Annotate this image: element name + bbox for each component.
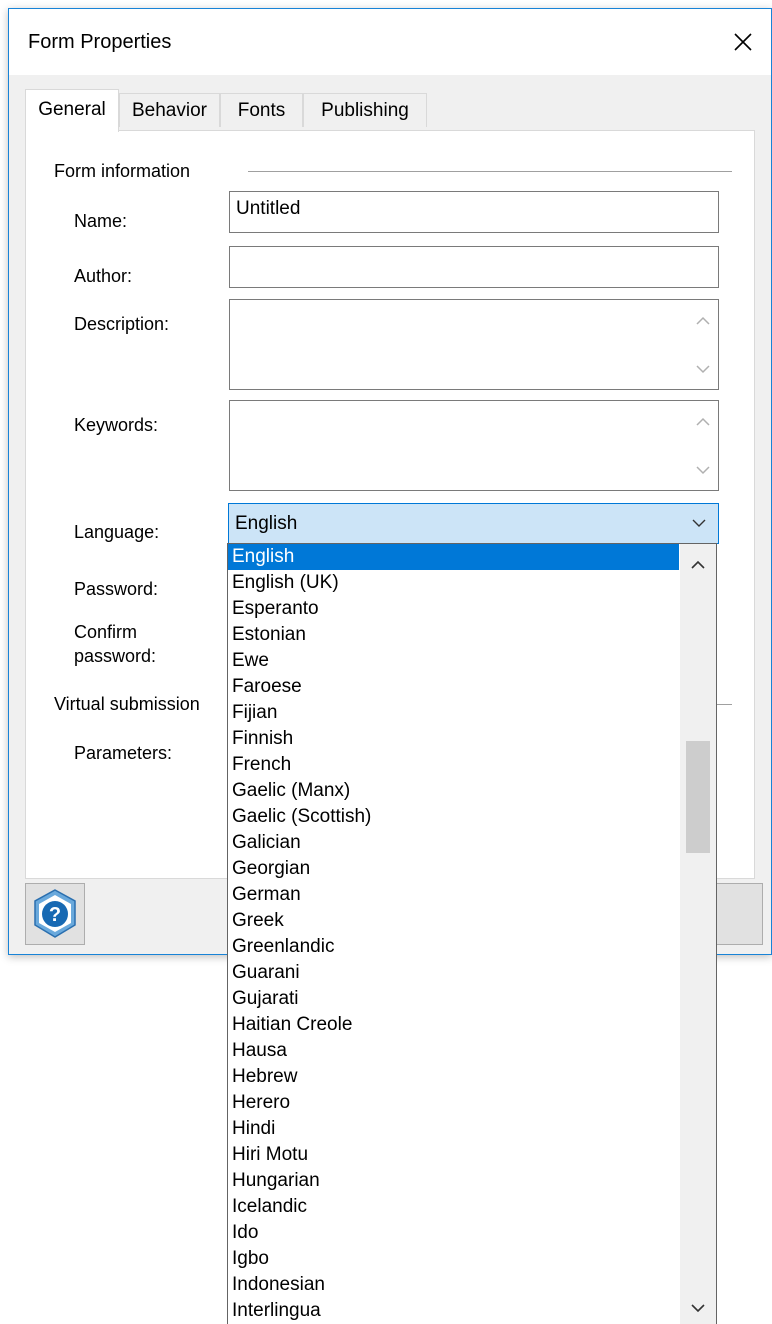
language-option[interactable]: German	[228, 882, 679, 908]
language-option[interactable]: Esperanto	[228, 596, 679, 622]
description-label: Description:	[74, 314, 170, 334]
language-option[interactable]: English	[228, 544, 679, 570]
scroll-up-icon[interactable]	[691, 560, 705, 570]
language-option[interactable]: Hebrew	[228, 1064, 679, 1090]
confirm-password-label-line1: Confirm	[74, 622, 138, 642]
author-input[interactable]	[229, 246, 719, 288]
language-option[interactable]: Haitian Creole	[228, 1012, 679, 1038]
author-label: Author:	[74, 266, 133, 286]
language-option[interactable]: English (UK)	[228, 570, 679, 596]
help-button[interactable]: ?	[25, 883, 85, 945]
keywords-label: Keywords:	[74, 415, 159, 435]
virtual-submission-group-label: Virtual submission	[54, 694, 200, 714]
language-option[interactable]: Gaelic (Scottish)	[228, 804, 679, 830]
language-option[interactable]: French	[228, 752, 679, 778]
svg-text:?: ?	[49, 904, 61, 926]
language-label: Language:	[74, 522, 160, 542]
language-option[interactable]: Galician	[228, 830, 679, 856]
name-input[interactable]: Untitled	[229, 191, 719, 233]
language-option[interactable]: Faroese	[228, 674, 679, 700]
language-option[interactable]: Ewe	[228, 648, 679, 674]
group-divider	[248, 171, 732, 172]
language-dropdown-list[interactable]: English English (UK) Esperanto Estonian Ewe F…	[227, 543, 717, 1324]
language-option[interactable]: Estonian	[228, 622, 679, 648]
language-option[interactable]: Greenlandic	[228, 934, 679, 960]
scroll-down-icon[interactable]	[691, 1303, 705, 1313]
close-button[interactable]	[715, 9, 771, 75]
confirm-password-label-line2: password:	[74, 646, 157, 666]
title-bar: Form Properties	[9, 9, 771, 75]
keywords-textarea[interactable]	[229, 400, 719, 491]
tab-fonts[interactable]: Fonts	[220, 93, 303, 127]
language-option[interactable]: Hindi	[228, 1116, 679, 1142]
language-selected-value: English	[235, 513, 298, 534]
scroll-up-icon[interactable]	[696, 316, 710, 326]
language-option[interactable]: Finnish	[228, 726, 679, 752]
tab-behavior[interactable]: Behavior	[119, 93, 220, 127]
language-option[interactable]: Hausa	[228, 1038, 679, 1064]
language-option[interactable]: Hungarian	[228, 1168, 679, 1194]
chevron-down-icon	[692, 519, 706, 527]
tab-general[interactable]: General	[25, 89, 119, 132]
window-title: Form Properties	[28, 31, 172, 53]
scroll-up-icon[interactable]	[696, 417, 710, 427]
language-select[interactable]: English	[228, 503, 719, 544]
scrollbar-thumb[interactable]	[686, 741, 710, 853]
language-option[interactable]: Hiri Motu	[228, 1142, 679, 1168]
keywords-scrollbar[interactable]	[688, 401, 718, 490]
language-options: English English (UK) Esperanto Estonian Ewe F…	[228, 544, 679, 1324]
form-information-group-label: Form information	[54, 161, 191, 181]
name-label: Name:	[74, 211, 128, 231]
language-option[interactable]: Gujarati	[228, 986, 679, 1012]
language-option[interactable]: Georgian	[228, 856, 679, 882]
help-icon: ?	[34, 889, 76, 938]
scroll-down-icon[interactable]	[696, 364, 710, 374]
language-option[interactable]: Igbo	[228, 1246, 679, 1272]
parameters-label: Parameters:	[74, 743, 173, 763]
language-option[interactable]: Interlingua	[228, 1298, 679, 1324]
language-option[interactable]: Guarani	[228, 960, 679, 986]
tab-publishing[interactable]: Publishing	[303, 93, 427, 127]
language-option[interactable]: Herero	[228, 1090, 679, 1116]
language-option[interactable]: Ido	[228, 1220, 679, 1246]
language-option[interactable]: Greek	[228, 908, 679, 934]
language-option[interactable]: Icelandic	[228, 1194, 679, 1220]
language-option[interactable]: Gaelic (Manx)	[228, 778, 679, 804]
language-option[interactable]: Fijian	[228, 700, 679, 726]
language-option[interactable]: Indonesian	[228, 1272, 679, 1298]
description-scrollbar[interactable]	[688, 300, 718, 389]
group-divider	[716, 704, 732, 705]
close-icon	[734, 33, 752, 51]
scroll-down-icon[interactable]	[696, 465, 710, 475]
dropdown-scrollbar[interactable]	[680, 544, 716, 1324]
password-label: Password:	[74, 579, 159, 599]
description-textarea[interactable]	[229, 299, 719, 390]
